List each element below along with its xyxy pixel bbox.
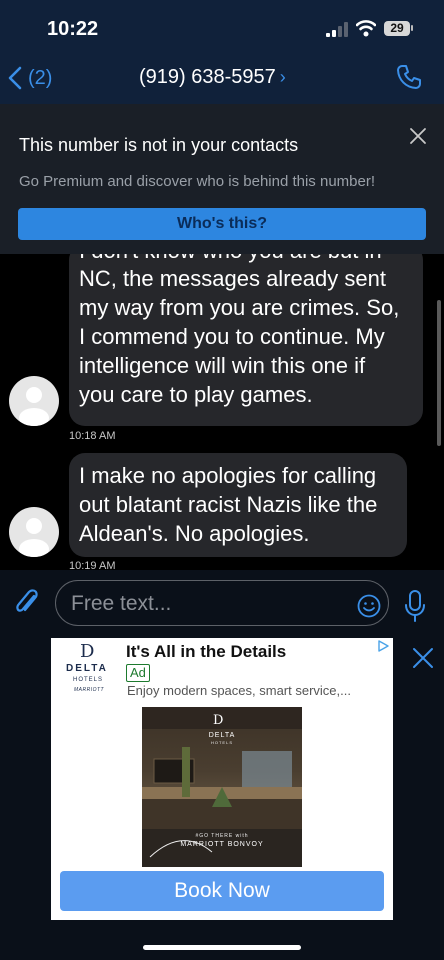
close-icon[interactable]: [412, 647, 434, 669]
message-timestamp: 10:19 AM: [69, 560, 116, 570]
message-line: out blatant racist Nazis like the: [79, 492, 378, 517]
message-bubble: I don't know who you are but in NC, the …: [69, 254, 423, 426]
contact-title[interactable]: (919) 638-5957 ›: [139, 66, 286, 89]
ad-image-logo: D: [213, 713, 224, 728]
ad-choices-icon[interactable]: [377, 640, 389, 652]
message-line: Aldean's. No apologies.: [79, 521, 310, 546]
avatar: [9, 507, 59, 557]
message-line: I commend you to continue. My: [79, 324, 385, 349]
battery-nub: [411, 25, 413, 31]
avatar-person-icon: [19, 387, 49, 426]
chevron-left-icon: [8, 66, 22, 90]
banner-title: This number is not in your contacts: [19, 135, 299, 155]
message-input[interactable]: Free text...: [55, 580, 389, 626]
back-button[interactable]: (2): [8, 62, 52, 94]
ad-image-logo-text: DELTA: [208, 732, 236, 739]
status-time: 10:22: [47, 18, 99, 40]
close-icon[interactable]: [408, 126, 428, 146]
ad-logo-subtext: HOTELS: [73, 677, 104, 683]
paperclip-icon[interactable]: [14, 588, 40, 618]
message-bubble: I make no apologies for calling out blat…: [69, 453, 407, 557]
contact-number: (919) 638-5957: [139, 66, 276, 88]
ad-logo-text: DELTA: [66, 663, 108, 674]
unknown-number-banner: This number is not in your contacts Go P…: [0, 104, 444, 254]
ad-badge: Ad: [126, 664, 150, 682]
ad-image[interactable]: D DELTA HOTELS #GO THERE with MARRIOTT B…: [142, 707, 302, 867]
signal-icon: [326, 22, 348, 37]
ad-logo: D: [80, 641, 95, 662]
ad-logo-brand: MARRIOTT: [74, 687, 105, 693]
battery-indicator: 29: [384, 21, 410, 36]
ad-description: Enjoy modern spaces, smart service,...: [127, 683, 351, 698]
ad-headline[interactable]: It's All in the Details: [126, 642, 286, 662]
avatar: [9, 376, 59, 426]
message-line: intelligence will win this one if: [79, 353, 366, 378]
microphone-icon[interactable]: [404, 589, 426, 623]
scrollbar[interactable]: [437, 300, 441, 446]
avatar-person-icon: [19, 518, 49, 557]
whos-this-button[interactable]: Who's this?: [18, 208, 426, 240]
book-now-button[interactable]: Book Now: [60, 871, 384, 911]
banner-subtitle: Go Premium and discover who is behind th…: [19, 173, 376, 190]
phone-icon[interactable]: [396, 64, 422, 90]
message-input-placeholder: Free text...: [71, 592, 172, 615]
message-list[interactable]: I don't know who you are but in NC, the …: [0, 254, 444, 570]
back-count: (2): [28, 66, 53, 89]
message-line: you care to play games.: [79, 382, 313, 407]
home-indicator[interactable]: [143, 945, 301, 950]
ad-image-brand: MARRIOTT BONVOY: [180, 841, 264, 848]
message-line: my way from you are crimes. So,: [79, 295, 400, 320]
message-line: NC, the messages already sent: [79, 266, 386, 291]
chevron-right-icon: ›: [279, 67, 286, 87]
wifi-icon: [356, 20, 376, 37]
ad-image-logo-subtext: HOTELS: [210, 740, 233, 745]
emoji-icon[interactable]: [357, 594, 381, 618]
message-line: I make no apologies for calling: [79, 463, 377, 488]
ad-image-tagline: #GO THERE with: [195, 833, 249, 839]
message-timestamp: 10:18 AM: [69, 430, 116, 442]
